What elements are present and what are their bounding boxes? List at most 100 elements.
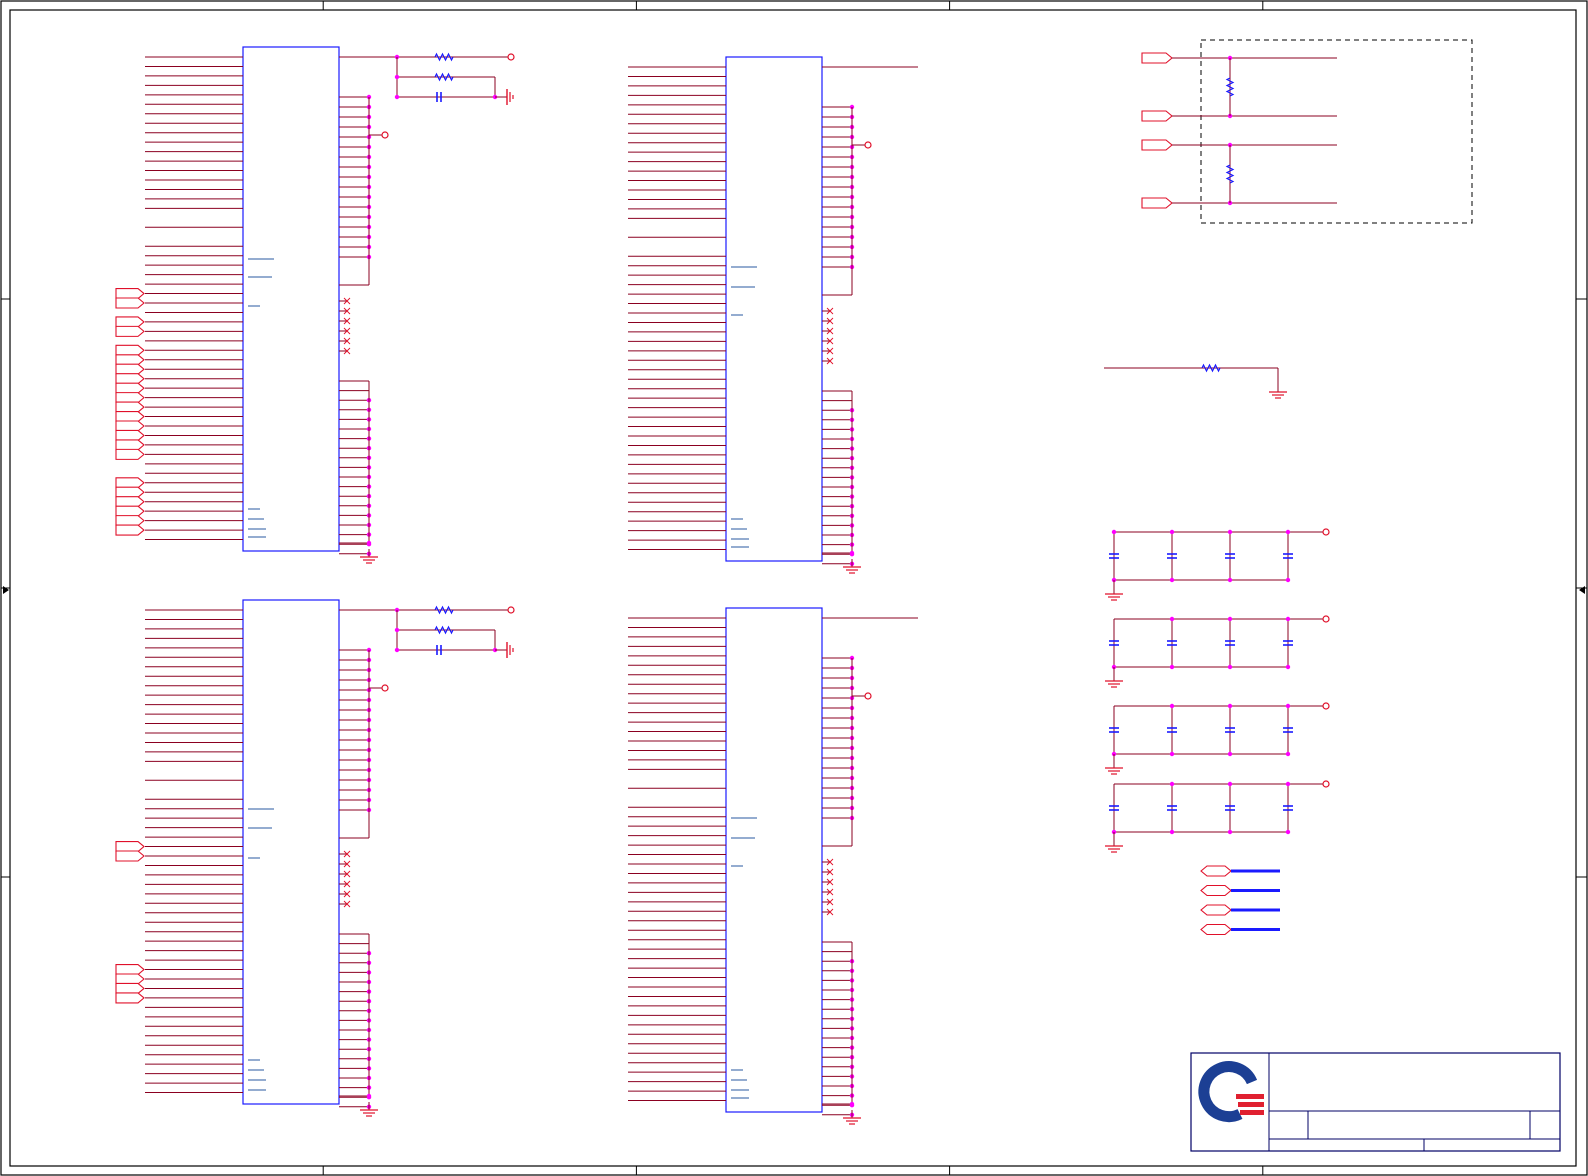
offpage-port xyxy=(115,382,145,394)
decoupling-row xyxy=(1105,528,1330,601)
termination-resistor-group xyxy=(1141,39,1473,224)
title-block xyxy=(1190,1052,1561,1152)
resistor xyxy=(434,625,454,635)
offpage-port xyxy=(115,429,145,442)
junction-dot xyxy=(1285,577,1291,583)
offpage-port xyxy=(115,344,145,356)
center-arrow-left xyxy=(3,586,9,594)
ground-symbol xyxy=(506,89,514,105)
offpage-port xyxy=(115,982,145,995)
junction-dot xyxy=(1169,529,1175,535)
center-arrow-right xyxy=(1579,586,1585,594)
power-terminal xyxy=(507,606,515,614)
decoupling-row xyxy=(1105,780,1330,853)
ic-blocks xyxy=(115,46,918,1125)
logo-stripe xyxy=(1240,1110,1264,1115)
offpage-port xyxy=(115,363,145,375)
junction-dot xyxy=(394,627,400,633)
junction-dot xyxy=(1285,703,1291,709)
power-terminal xyxy=(381,684,389,692)
offpage-port xyxy=(115,992,145,1004)
bidirectional-port xyxy=(1200,884,1232,897)
junction-dot xyxy=(1285,751,1291,757)
decoupling-row xyxy=(1105,702,1330,775)
offpage-port xyxy=(115,325,145,337)
decoupling-row xyxy=(1105,615,1330,688)
offpage-port xyxy=(1141,52,1173,64)
resistor xyxy=(1225,77,1235,97)
offpage-port xyxy=(115,439,145,451)
resistor xyxy=(434,72,454,82)
bidirectional-port xyxy=(1200,865,1232,877)
junction-dot xyxy=(1285,529,1291,535)
offpage-port xyxy=(115,354,145,366)
junction-dot xyxy=(1169,616,1175,622)
offpage-port xyxy=(115,505,145,517)
group-outline xyxy=(1200,39,1473,224)
port-legend xyxy=(1200,865,1280,936)
resistor xyxy=(434,605,454,615)
offpage-port xyxy=(115,287,145,300)
ic-body xyxy=(242,46,340,552)
offpage-port xyxy=(115,477,145,489)
decoupling-capacitor-bank xyxy=(1105,528,1330,853)
power-terminal xyxy=(507,53,515,61)
resistor xyxy=(434,52,454,62)
junction-dot xyxy=(1227,781,1233,787)
junction-dot xyxy=(1169,577,1175,583)
ic-top-right xyxy=(628,56,918,574)
offpage-port xyxy=(115,410,145,423)
ic-body xyxy=(725,56,823,562)
junction-dot xyxy=(1227,577,1233,583)
logo-stripe xyxy=(1238,1102,1264,1107)
power-terminal xyxy=(1322,702,1330,710)
junction-dot xyxy=(1285,616,1291,622)
logo-stripe xyxy=(1236,1094,1264,1099)
resistor xyxy=(1201,363,1221,373)
offpage-port xyxy=(115,973,145,985)
offpage-port xyxy=(115,392,145,404)
junction-dot xyxy=(1285,664,1291,670)
offpage-port xyxy=(1141,139,1173,151)
power-terminal xyxy=(1322,528,1330,536)
ic-top-left xyxy=(115,46,515,564)
junction-dot xyxy=(1227,829,1233,835)
power-terminal xyxy=(864,141,872,149)
bidirectional-port xyxy=(1200,904,1232,916)
offpage-port xyxy=(115,496,145,508)
offpage-port xyxy=(115,448,145,460)
power-terminal xyxy=(864,692,872,700)
junction-dot xyxy=(1285,829,1291,835)
offpage-port xyxy=(115,420,145,432)
offpage-port xyxy=(115,840,145,853)
junction-dot xyxy=(1227,616,1233,622)
offpage-port xyxy=(115,963,145,976)
ic-bottom-right xyxy=(628,607,918,1125)
junction-dot xyxy=(1169,703,1175,709)
junction-dot xyxy=(1227,529,1233,535)
ground-symbol xyxy=(1105,838,1123,853)
offpage-port xyxy=(115,850,145,862)
junction-dot xyxy=(1169,781,1175,787)
power-terminal xyxy=(1322,615,1330,623)
ground-symbol xyxy=(360,1102,378,1117)
junction-dot xyxy=(366,1093,372,1099)
junction-dot xyxy=(394,74,400,80)
ic-bottom-left xyxy=(115,599,515,1117)
junction-dot xyxy=(1285,781,1291,787)
pulldown-resistor xyxy=(1104,363,1287,399)
ground-symbol xyxy=(506,642,514,658)
ground-symbol xyxy=(1105,586,1123,601)
junction-dot xyxy=(394,647,400,653)
junction-dot xyxy=(1227,703,1233,709)
resistor xyxy=(1225,164,1235,184)
ic-body xyxy=(725,607,823,1113)
ground-symbol xyxy=(1105,760,1123,775)
junction-dot xyxy=(1111,529,1117,535)
ground-symbol xyxy=(1269,384,1287,399)
offpage-port xyxy=(115,486,145,498)
junction-dot xyxy=(1227,751,1233,757)
schematic-sheet xyxy=(0,0,1588,1176)
power-terminal xyxy=(1322,780,1330,788)
offpage-port xyxy=(115,524,145,536)
